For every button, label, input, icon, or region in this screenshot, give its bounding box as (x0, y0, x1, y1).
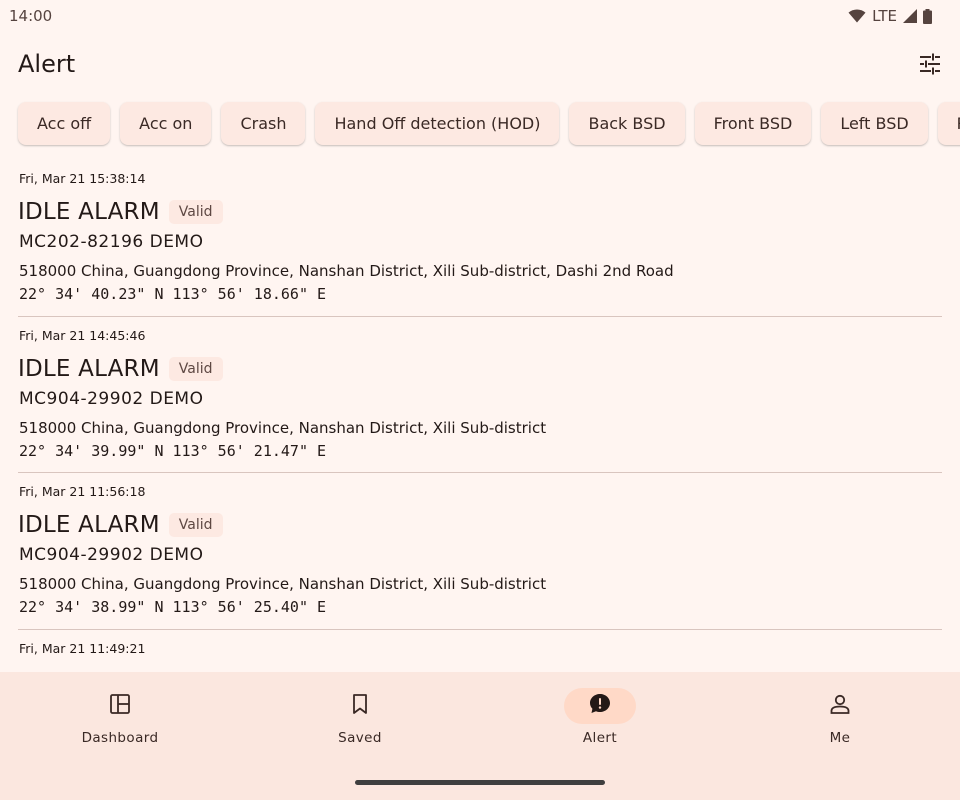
alert-list[interactable]: Fri, Mar 21 15:38:14 IDLE ALARM Valid MC… (0, 160, 960, 672)
list-item[interactable]: Fri, Mar 21 11:56:18 IDLE ALARM Valid MC… (0, 473, 960, 630)
chip-acc-on[interactable]: Acc on (120, 102, 212, 145)
filter-button[interactable] (910, 46, 950, 86)
nav-label: Me (829, 730, 851, 746)
status-icons: LTE (848, 7, 932, 25)
alert-coordinates: 22° 34' 40.23" N 113° 56' 18.66" E (19, 285, 327, 303)
dashboard-icon (108, 692, 132, 720)
signal-icon (903, 9, 917, 23)
nav-label: Saved (338, 730, 382, 746)
list-item[interactable]: Fri, Mar 21 14:45:46 IDLE ALARM Valid MC… (0, 317, 960, 473)
alert-coordinates: 22° 34' 38.99" N 113° 56' 25.40" E (19, 598, 327, 616)
nav-icon-container (804, 688, 876, 724)
person-icon (828, 692, 852, 720)
status-badge: Valid (168, 356, 223, 381)
alert-device: MC202-82196 DEMO (19, 232, 204, 252)
chip-front-bsd[interactable]: Front BSD (694, 102, 812, 145)
alert-address: 518000 China, Guangdong Province, Nansha… (19, 575, 547, 593)
chip-hand-off-detection[interactable]: Hand Off detection (HOD) (315, 102, 560, 145)
status-badge: Valid (168, 200, 223, 224)
nav-dashboard[interactable]: Dashboard (0, 688, 240, 752)
wifi-icon (848, 9, 866, 23)
tune-icon (918, 52, 942, 80)
nav-label: Alert (582, 730, 618, 746)
nav-icon-container (84, 688, 156, 724)
list-item[interactable]: Fri, Mar 21 11:49:21 (0, 630, 960, 673)
chip-crash[interactable]: Crash (221, 102, 306, 145)
chip-acc-off[interactable]: Acc off (18, 102, 111, 145)
top-app-bar: Alert (0, 40, 960, 92)
nav-label: Dashboard (81, 730, 159, 746)
status-time: 14:00 (9, 7, 53, 25)
alert-address: 518000 China, Guangdong Province, Nansha… (19, 418, 547, 437)
nav-icon-container (324, 688, 396, 724)
network-type: LTE (872, 7, 897, 25)
chip-right-bsd[interactable]: Rig (937, 102, 960, 145)
alert-date: Fri, Mar 21 11:56:18 (19, 484, 146, 499)
alert-icon (588, 692, 612, 720)
alert-date: Fri, Mar 21 11:49:21 (19, 640, 146, 656)
alert-date: Fri, Mar 21 14:45:46 (19, 327, 146, 343)
alert-title-row: IDLE ALARM Valid (18, 199, 223, 225)
alert-device: MC904-29902 DEMO (19, 388, 204, 409)
bookmark-icon (348, 692, 372, 720)
alert-date: Fri, Mar 21 15:38:14 (19, 171, 146, 186)
status-badge: Valid (168, 513, 223, 537)
battery-icon (923, 8, 932, 24)
alert-type: IDLE ALARM (18, 355, 160, 382)
chip-back-bsd[interactable]: Back BSD (569, 102, 685, 145)
alert-coordinates: 22° 34' 39.99" N 113° 56' 21.47" E (19, 441, 327, 460)
nav-me[interactable]: Me (720, 688, 960, 752)
filter-chip-row: Acc off Acc on Crash Hand Off detection … (18, 102, 960, 146)
alert-title-row: IDLE ALARM Valid (18, 512, 223, 538)
alert-device: MC904-29902 DEMO (19, 545, 204, 565)
alert-type: IDLE ALARM (18, 512, 160, 538)
screen: 14:00 LTE Alert Acc off Acc on Crash Han… (0, 0, 960, 800)
alert-address: 518000 China, Guangdong Province, Nansha… (19, 262, 674, 280)
nav-alert[interactable]: Alert (480, 688, 720, 752)
status-bar: 14:00 LTE (0, 0, 960, 32)
nav-active-indicator (564, 688, 636, 724)
list-item[interactable]: Fri, Mar 21 15:38:14 IDLE ALARM Valid MC… (0, 160, 960, 317)
chip-left-bsd[interactable]: Left BSD (821, 102, 928, 145)
home-indicator[interactable] (355, 780, 605, 785)
alert-type: IDLE ALARM (18, 199, 160, 225)
page-title: Alert (18, 50, 76, 78)
nav-saved[interactable]: Saved (240, 688, 480, 752)
alert-title-row: IDLE ALARM Valid (18, 356, 223, 382)
